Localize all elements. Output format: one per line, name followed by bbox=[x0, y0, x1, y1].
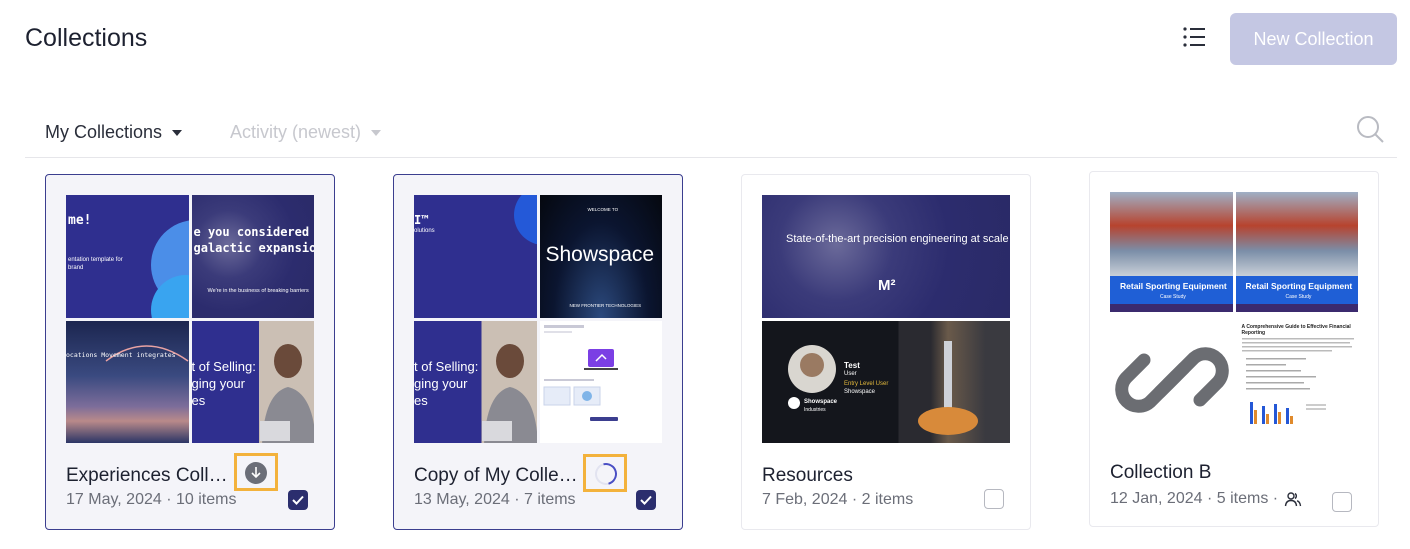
collection-card[interactable]: me! entation template for brand e you co… bbox=[45, 174, 335, 530]
download-icon[interactable] bbox=[245, 462, 267, 484]
thumbnail-text: e you considered bbox=[193, 225, 310, 239]
thumbnail-text: Showspace bbox=[804, 398, 838, 405]
select-checkbox[interactable] bbox=[288, 490, 308, 510]
thumbnail-text: M² bbox=[878, 277, 896, 294]
thumbnail bbox=[1110, 317, 1233, 440]
chevron-down-icon bbox=[172, 129, 183, 136]
select-checkbox[interactable] bbox=[1332, 492, 1352, 512]
thumbnail-text: es bbox=[414, 392, 428, 408]
collection-meta-text: 12 Jan, 2024 · 5 items · bbox=[1110, 490, 1279, 507]
thumbnail bbox=[539, 320, 662, 443]
thumbnail: I™ olutions bbox=[414, 195, 537, 318]
chevron-down-icon bbox=[371, 129, 382, 136]
owner-filter-dropdown[interactable]: My Collections bbox=[45, 122, 183, 143]
thumbnail-text: es bbox=[191, 392, 206, 408]
owner-filter-label: My Collections bbox=[45, 122, 163, 142]
thumbnail: WELCOME TO Showspace NEW FRONTIER TECHNO… bbox=[539, 195, 662, 318]
thumbnail-text: User bbox=[844, 370, 857, 377]
thumbnail-text: State-of-the-art precision engineering a… bbox=[786, 233, 1009, 245]
thumbnail: t of Selling: ging your es bbox=[191, 320, 314, 443]
new-collection-button[interactable]: New Collection bbox=[1230, 13, 1397, 65]
page-title: Collections bbox=[25, 24, 148, 52]
collection-meta: 12 Jan, 2024 · 5 items · bbox=[1110, 490, 1302, 508]
collection-meta: 7 Feb, 2024 · 2 items bbox=[762, 491, 914, 508]
collection-meta: 13 May, 2024 · 7 items bbox=[414, 491, 576, 508]
thumbnail-text: We're in the business of breaking barrie… bbox=[207, 288, 309, 294]
thumbnail-text: Industries bbox=[804, 406, 826, 413]
sort-label: Activity (newest) bbox=[230, 122, 362, 142]
thumbnail-text: Entry Level User bbox=[844, 380, 889, 387]
check-icon bbox=[640, 495, 652, 505]
banner-strip bbox=[1110, 304, 1233, 312]
collection-name: Resources bbox=[762, 465, 853, 486]
thumbnail-text: WELCOME TO bbox=[587, 207, 619, 212]
collection-thumbnails: I™ olutions WELCOME TO Showspace NEW FRO… bbox=[414, 195, 662, 443]
thumbnail: A Comprehensive Guide to Effective Finan… bbox=[1235, 317, 1358, 440]
thumbnail: Retail Sporting Equipment Case Study bbox=[1235, 192, 1358, 315]
thumbnail-text: Retail Sporting Equipment bbox=[1245, 281, 1353, 291]
store-photo bbox=[1235, 192, 1358, 276]
thumbnail-text: brand bbox=[68, 265, 84, 271]
select-checkbox[interactable] bbox=[984, 489, 1004, 509]
collection-name: Experiences Collec... bbox=[66, 465, 236, 486]
thumbnail-text: Retail Sporting Equipment bbox=[1120, 281, 1227, 291]
sort-dropdown[interactable]: Activity (newest) bbox=[230, 122, 382, 143]
thumbnail: State-of-the-art precision engineering a… bbox=[762, 195, 1010, 318]
collection-name: Collection B bbox=[1110, 462, 1212, 483]
thumbnail-text: t of Selling: bbox=[191, 358, 256, 374]
thumbnail-text: ocations Movement integrates bbox=[66, 350, 176, 359]
document-preview bbox=[1241, 337, 1354, 424]
download-status[interactable] bbox=[234, 453, 278, 491]
thumbnail: t of Selling: ging your es bbox=[414, 320, 537, 443]
thumbnail-text: galactic expansion bbox=[193, 241, 315, 255]
collection-card[interactable]: State-of-the-art precision engineering a… bbox=[741, 174, 1031, 530]
thumbnail-text: I™ bbox=[414, 213, 429, 227]
thumbnail-text: Test bbox=[844, 360, 860, 370]
thumbnail-text: olutions bbox=[414, 228, 435, 234]
thumbnail-text: t of Selling: bbox=[414, 358, 479, 374]
thumbnail-text: ging your bbox=[191, 375, 245, 391]
filter-bar: My Collections Activity (newest) bbox=[25, 116, 1397, 158]
check-icon bbox=[292, 495, 304, 505]
thumbnail-text: Showspace bbox=[545, 243, 655, 266]
users-icon bbox=[1284, 492, 1302, 507]
loading-status bbox=[583, 454, 627, 492]
thumbnail-text: Case Study bbox=[1285, 294, 1312, 300]
store-photo bbox=[1110, 192, 1233, 276]
collection-thumbnails: me! entation template for brand e you co… bbox=[66, 195, 314, 443]
thumbnail-text: Showspace bbox=[844, 388, 876, 395]
thumbnail: me! entation template for brand bbox=[66, 195, 189, 318]
list-view-button[interactable] bbox=[1176, 24, 1210, 54]
thumbnail-text: ging your bbox=[414, 375, 468, 391]
search-icon[interactable] bbox=[1355, 114, 1385, 144]
collection-meta: 17 May, 2024 · 10 items bbox=[66, 491, 237, 508]
collection-name: Copy of My Collect... bbox=[414, 465, 584, 486]
collection-card[interactable]: I™ olutions WELCOME TO Showspace NEW FRO… bbox=[393, 174, 683, 530]
thumbnail-text: entation template for bbox=[68, 257, 123, 263]
thumbnail-text: Case Study bbox=[1160, 294, 1186, 300]
thumbnail: ocations Movement integrates bbox=[66, 320, 189, 443]
thumbnail-text: me! bbox=[68, 213, 92, 228]
thumbnail: Test User Entry Level User Showspace Sho… bbox=[762, 320, 1010, 443]
banner-strip bbox=[1235, 304, 1358, 312]
select-checkbox[interactable] bbox=[636, 490, 656, 510]
decorative-shape bbox=[514, 195, 537, 245]
thumbnail: Retail Sporting Equipment Case Study bbox=[1110, 192, 1233, 315]
list-icon bbox=[1183, 27, 1205, 47]
collection-card[interactable]: Retail Sporting Equipment Case Study Ret… bbox=[1089, 171, 1379, 527]
document-preview bbox=[543, 324, 618, 421]
spinner-icon bbox=[590, 458, 622, 490]
collection-thumbnails: Retail Sporting Equipment Case Study Ret… bbox=[1110, 192, 1358, 440]
link-icon bbox=[1115, 346, 1229, 413]
thumbnail-text: NEW FRONTIER TECHNOLOGIES bbox=[569, 303, 642, 308]
collection-thumbnails: State-of-the-art precision engineering a… bbox=[762, 195, 1010, 443]
thumbnail: e you considered galactic expansion We'r… bbox=[191, 195, 315, 318]
decorative-shape bbox=[105, 344, 189, 362]
